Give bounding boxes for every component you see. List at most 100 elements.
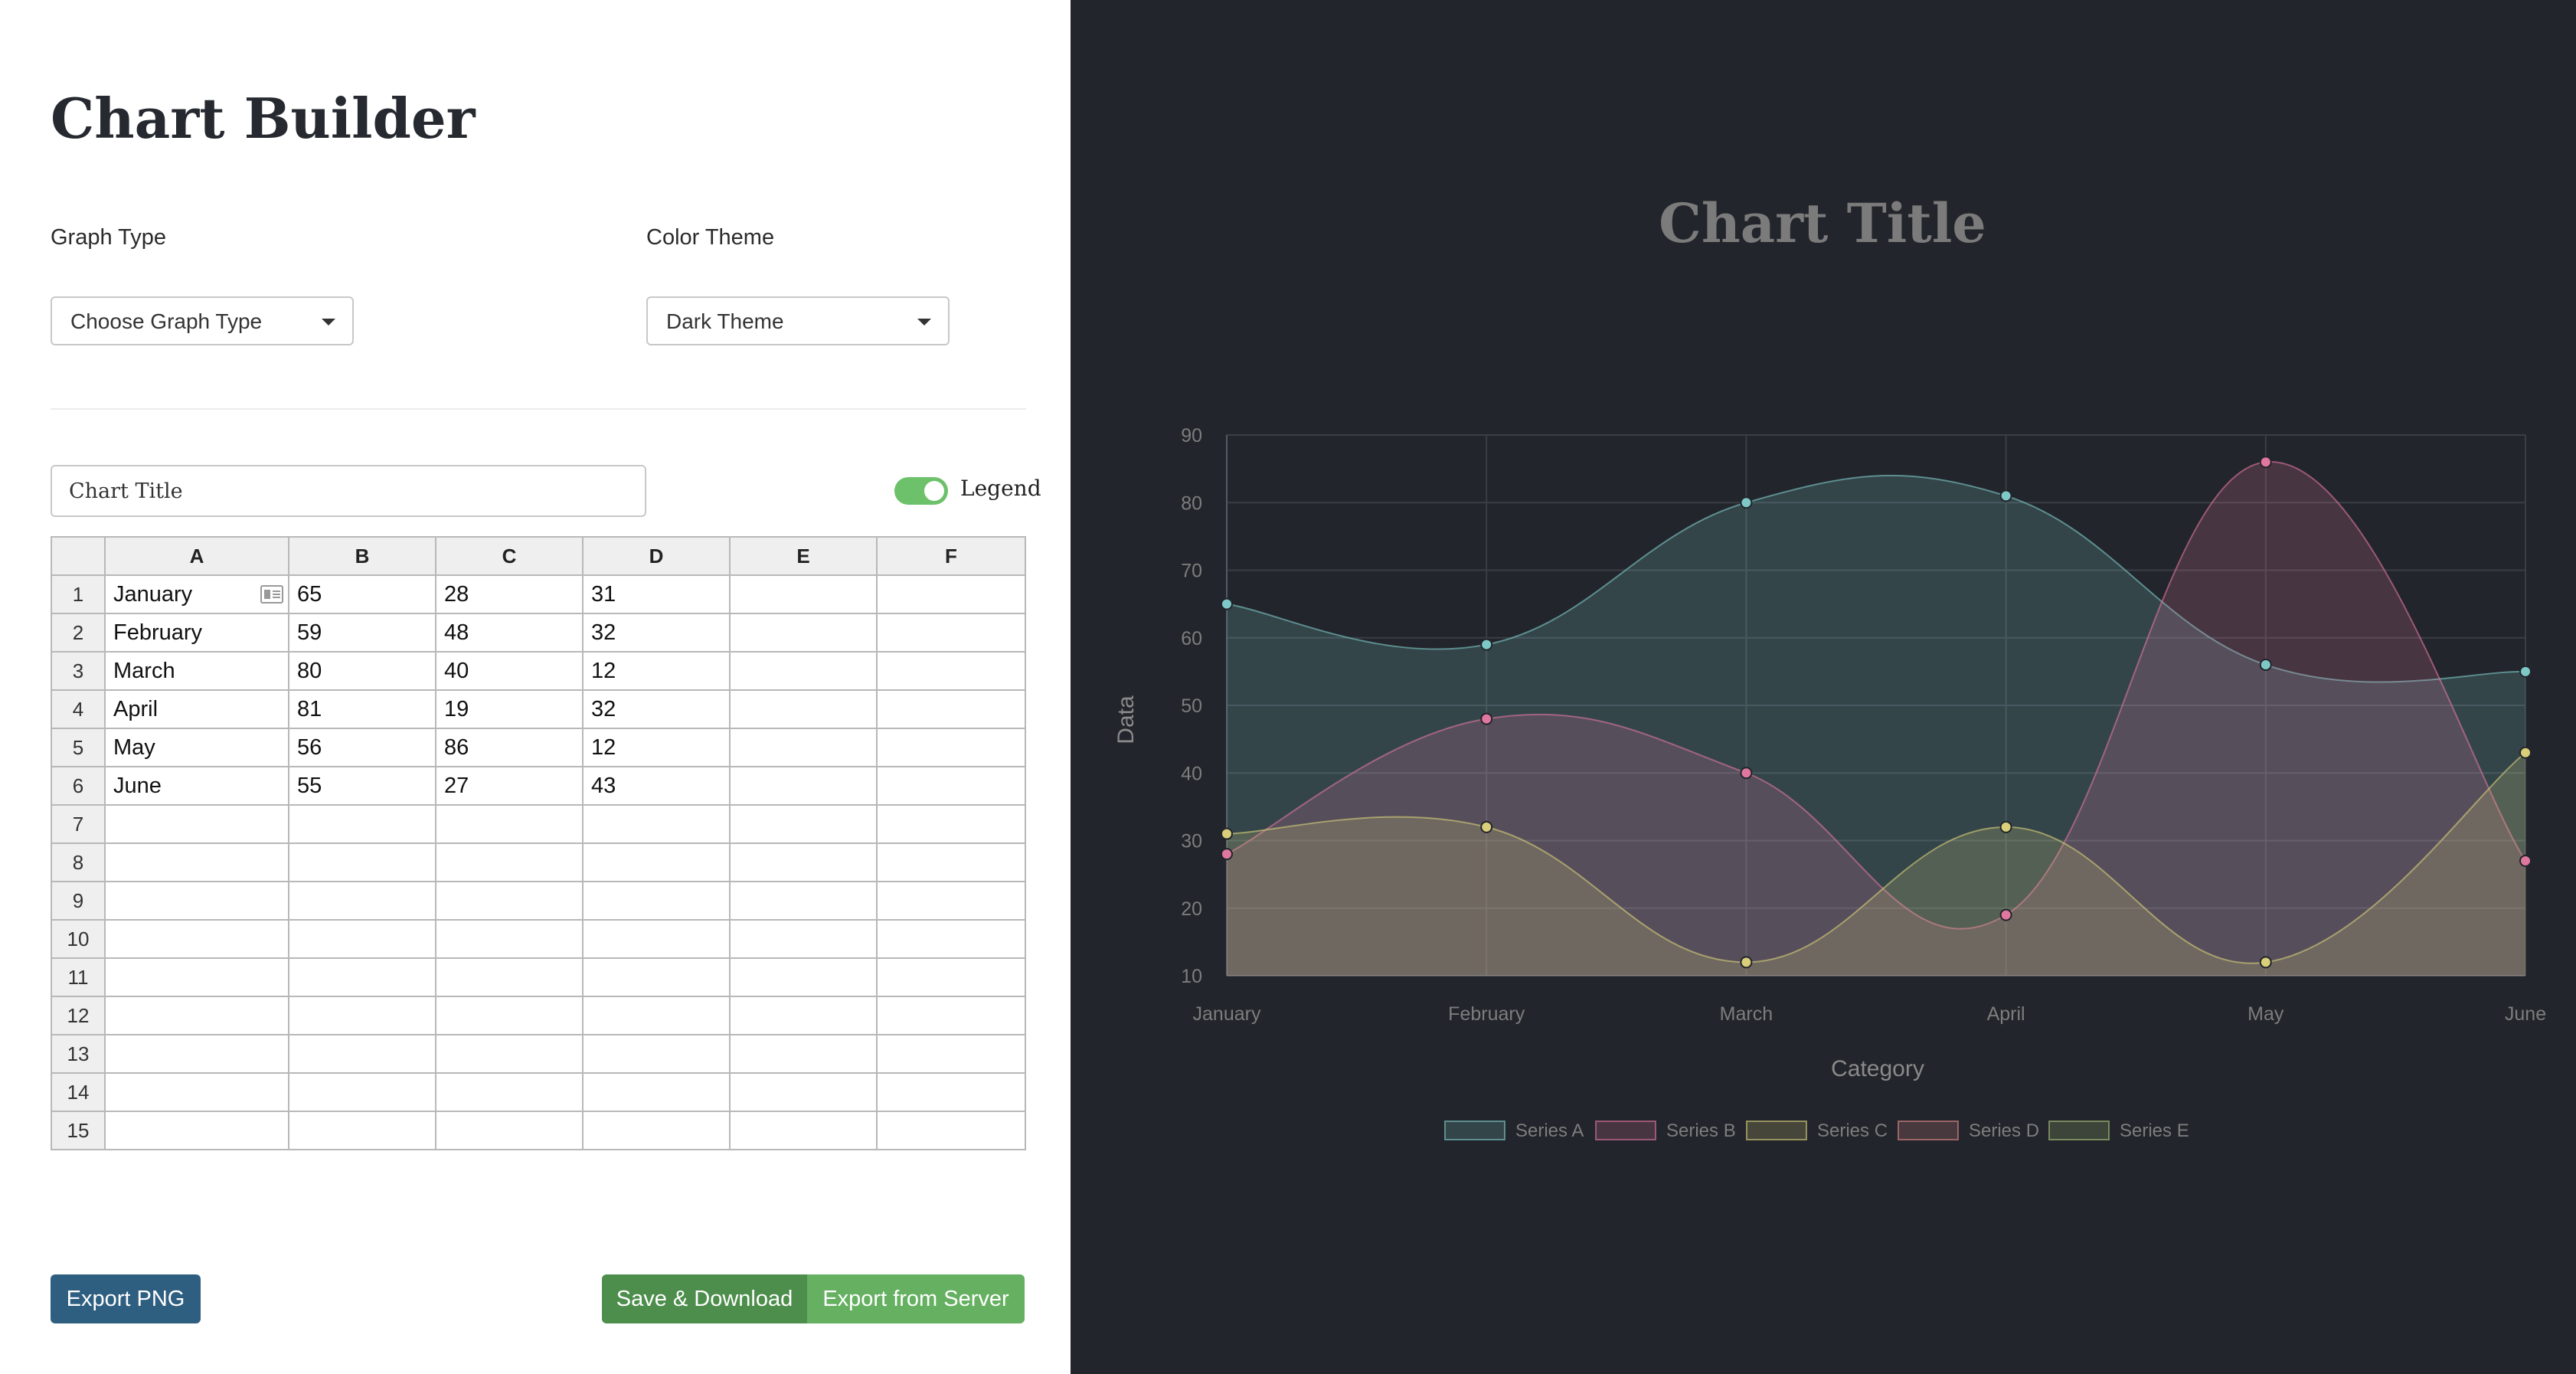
data-point[interactable]	[1999, 489, 2012, 502]
data-point[interactable]	[2519, 854, 2532, 867]
sheet-cell[interactable]	[729, 881, 878, 921]
sheet-cell[interactable]	[582, 881, 731, 921]
export-server-button[interactable]: Export from Server	[807, 1274, 1025, 1323]
sheet-cell[interactable]	[582, 996, 731, 1035]
sheet-cell[interactable]	[729, 842, 878, 882]
legend-swatch[interactable]	[1898, 1120, 1959, 1140]
sheet-cell[interactable]	[729, 651, 878, 691]
sheet-cell[interactable]: 86	[435, 728, 584, 767]
graph-type-select[interactable]: Choose Graph Type	[51, 296, 354, 345]
sheet-cell[interactable]: 59	[288, 613, 436, 653]
sheet-cell[interactable]	[288, 957, 436, 997]
row-number[interactable]: 4	[51, 689, 106, 729]
column-header[interactable]: C	[435, 536, 584, 576]
sheet-cell[interactable]	[435, 804, 584, 844]
sheet-cell[interactable]	[288, 1111, 436, 1150]
row-number[interactable]: 5	[51, 728, 106, 767]
sheet-cell[interactable]	[876, 613, 1026, 653]
sheet-cell[interactable]: 28	[435, 574, 584, 614]
data-point[interactable]	[1480, 820, 1493, 833]
sheet-cell[interactable]	[104, 881, 289, 921]
sheet-cell[interactable]: May	[104, 728, 289, 767]
sheet-cell[interactable]	[582, 919, 731, 959]
sheet-cell[interactable]	[104, 1034, 289, 1074]
legend-swatch[interactable]	[1746, 1120, 1807, 1140]
sheet-cell[interactable]: 12	[582, 651, 731, 691]
row-number[interactable]: 13	[51, 1034, 106, 1074]
legend-swatch[interactable]	[1595, 1120, 1656, 1140]
sheet-cell[interactable]	[729, 613, 878, 653]
sheet-cell[interactable]	[435, 919, 584, 959]
sheet-cell[interactable]: 40	[435, 651, 584, 691]
sheet-cell[interactable]	[876, 842, 1026, 882]
sheet-cell[interactable]: June	[104, 766, 289, 806]
sheet-cell[interactable]	[876, 1034, 1026, 1074]
column-header[interactable]: A	[104, 536, 289, 576]
sheet-cell[interactable]	[435, 1034, 584, 1074]
sheet-cell[interactable]	[435, 1111, 584, 1150]
row-number[interactable]: 8	[51, 842, 106, 882]
sheet-cell[interactable]	[729, 1034, 878, 1074]
sheet-cell[interactable]	[288, 881, 436, 921]
sheet-cell[interactable]	[104, 804, 289, 844]
column-header[interactable]: D	[582, 536, 731, 576]
sheet-cell[interactable]	[729, 689, 878, 729]
sheet-cell[interactable]	[104, 1111, 289, 1150]
sheet-cell[interactable]: 43	[582, 766, 731, 806]
export-png-button[interactable]: Export PNG	[51, 1274, 201, 1323]
data-point[interactable]	[1221, 848, 1233, 861]
row-number[interactable]: 6	[51, 766, 106, 806]
sheet-cell[interactable]	[876, 804, 1026, 844]
sheet-cell[interactable]	[729, 996, 878, 1035]
sheet-cell[interactable]: March	[104, 651, 289, 691]
chart-title-input[interactable]	[51, 465, 646, 517]
row-number[interactable]: 15	[51, 1111, 106, 1150]
color-theme-select[interactable]: Dark Theme	[646, 296, 950, 345]
data-point[interactable]	[1480, 712, 1493, 725]
data-point[interactable]	[1999, 820, 2012, 833]
sheet-cell[interactable]	[729, 957, 878, 997]
sheet-cell[interactable]	[435, 996, 584, 1035]
row-number[interactable]: 14	[51, 1072, 106, 1112]
sheet-cell[interactable]	[582, 1072, 731, 1112]
legend-label[interactable]: Series A	[1515, 1120, 1584, 1141]
row-number[interactable]: 9	[51, 881, 106, 921]
sheet-cell[interactable]	[288, 1034, 436, 1074]
sheet-cell[interactable]: April	[104, 689, 289, 729]
row-number[interactable]: 11	[51, 957, 106, 997]
sheet-cell[interactable]: February	[104, 613, 289, 653]
legend-swatch[interactable]	[1444, 1120, 1505, 1140]
sheet-cell[interactable]	[582, 957, 731, 997]
data-point[interactable]	[1999, 908, 2012, 921]
sheet-cell[interactable]	[104, 996, 289, 1035]
sheet-cell[interactable]: 12	[582, 728, 731, 767]
sheet-cell[interactable]	[729, 919, 878, 959]
legend-swatch[interactable]	[2048, 1120, 2110, 1140]
column-header[interactable]: E	[729, 536, 878, 576]
sheet-cell[interactable]	[876, 919, 1026, 959]
data-point[interactable]	[2259, 659, 2272, 672]
data-point[interactable]	[1221, 597, 1233, 610]
id-card-icon[interactable]	[260, 585, 283, 604]
sheet-cell[interactable]: January	[104, 574, 289, 614]
sheet-cell[interactable]	[876, 1072, 1026, 1112]
sheet-cell[interactable]	[104, 919, 289, 959]
sheet-cell[interactable]	[582, 804, 731, 844]
sheet-cell[interactable]	[435, 1072, 584, 1112]
data-point[interactable]	[1740, 767, 1753, 780]
sheet-cell[interactable]	[876, 689, 1026, 729]
data-point[interactable]	[2259, 456, 2272, 469]
sheet-cell[interactable]	[729, 1111, 878, 1150]
data-point[interactable]	[2519, 665, 2532, 678]
sheet-cell[interactable]	[729, 1072, 878, 1112]
sheet-cell[interactable]	[288, 842, 436, 882]
data-point[interactable]	[2519, 746, 2532, 759]
sheet-cell[interactable]	[876, 996, 1026, 1035]
sheet-cell[interactable]	[104, 1072, 289, 1112]
data-point[interactable]	[1480, 638, 1493, 651]
row-number[interactable]: 3	[51, 651, 106, 691]
sheet-cell[interactable]: 56	[288, 728, 436, 767]
sheet-cell[interactable]: 32	[582, 689, 731, 729]
sheet-cell[interactable]	[435, 957, 584, 997]
column-header[interactable]: F	[876, 536, 1026, 576]
